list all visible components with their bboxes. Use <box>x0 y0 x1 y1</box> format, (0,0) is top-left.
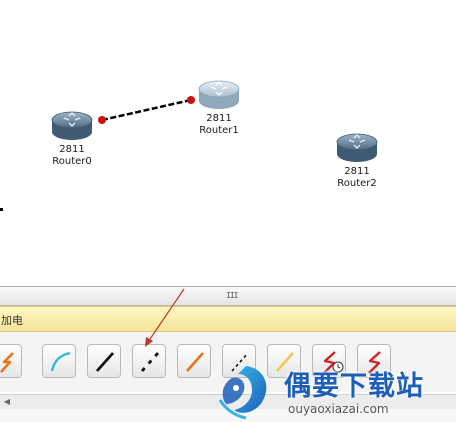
automatic-connection-button[interactable] <box>0 344 22 378</box>
fiber-icon <box>186 352 204 372</box>
crossover-link[interactable] <box>101 98 192 122</box>
router-icon <box>336 133 378 162</box>
canvas-marker <box>0 208 3 211</box>
watermark-url: ouyaoxiazai.com <box>288 402 389 416</box>
copper-cross-over-button[interactable] <box>132 344 166 378</box>
copper-straight-through-icon <box>95 352 115 372</box>
router-2[interactable]: 2811 Router2 <box>317 130 397 190</box>
copper-cross-over-icon <box>140 352 160 372</box>
router-name-label: Router2 <box>337 178 377 189</box>
device-category-bar: 加电 <box>0 306 456 332</box>
router-0[interactable]: 2811 Router0 <box>32 108 112 168</box>
scroll-left-arrow-icon[interactable]: ◀ <box>1 396 13 408</box>
fiber-button[interactable] <box>177 344 211 378</box>
logical-workspace[interactable]: 2811 Router0 2811 Router1 2811 Router2 <box>0 0 456 286</box>
router-icon <box>198 80 240 109</box>
watermark-logo-icon <box>218 366 267 420</box>
watermark-title: 偶要下载站 <box>284 371 424 402</box>
router-1[interactable]: 2811 Router1 <box>179 77 259 137</box>
splitter-grip-icon[interactable]: III <box>226 291 238 300</box>
console-cable-icon <box>50 351 71 372</box>
category-title: 加电 <box>1 314 23 327</box>
router-name-label: Router0 <box>52 156 92 167</box>
console-cable-button[interactable] <box>42 344 76 378</box>
automatic-connection-icon <box>0 352 14 373</box>
router-model-label: 2811 <box>206 113 232 124</box>
site-watermark: 偶要下载站 ouyaoxiazai.com <box>212 360 456 422</box>
panel-splitter[interactable]: III <box>0 286 456 306</box>
router-model-label: 2811 <box>59 144 85 155</box>
router-name-label: Router1 <box>199 125 239 136</box>
router-icon <box>51 111 93 140</box>
router-model-label: 2811 <box>344 166 370 177</box>
copper-straight-through-button[interactable] <box>87 344 121 378</box>
